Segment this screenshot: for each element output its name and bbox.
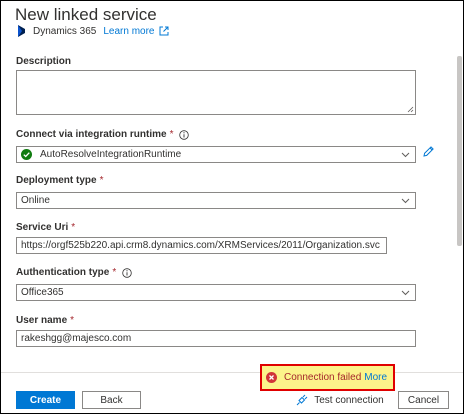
authentication-type-select[interactable]: Office365 (16, 284, 416, 301)
chevron-down-icon (401, 152, 410, 158)
user-name-input[interactable]: rakeshgg@majesco.com (16, 330, 416, 347)
external-link-icon[interactable] (159, 26, 169, 36)
page-title: New linked service (15, 5, 157, 24)
required-asterisk: * (169, 129, 174, 140)
required-asterisk: * (112, 267, 117, 278)
resize-handle-icon[interactable] (407, 106, 414, 113)
service-uri-input[interactable]: https://orgf525b220.api.crm8.dynamics.co… (16, 237, 387, 254)
required-asterisk: * (71, 222, 76, 233)
service-subtitle: Dynamics 365 Learn more (17, 24, 169, 38)
description-textarea[interactable] (16, 70, 416, 115)
create-button[interactable]: Create (16, 391, 75, 409)
connection-status-text: Connection failed (284, 372, 362, 383)
dynamics-365-icon (17, 25, 26, 37)
more-link[interactable]: More (364, 372, 387, 383)
integration-runtime-select[interactable]: AutoResolveIntegrationRuntime (16, 146, 416, 163)
deployment-type-label: Deployment type * (16, 175, 104, 186)
required-asterisk: * (99, 175, 104, 186)
info-icon[interactable] (179, 129, 190, 140)
cancel-button[interactable]: Cancel (398, 391, 449, 409)
required-asterisk: * (70, 315, 75, 326)
error-circle-icon (266, 372, 277, 383)
integration-runtime-label: Connect via integration runtime * (16, 129, 190, 140)
authentication-type-label: Authentication type * (16, 267, 132, 278)
chevron-down-icon (401, 290, 410, 296)
test-connection-button[interactable]: Test connection (292, 391, 388, 409)
chevron-down-icon (401, 198, 410, 204)
connection-status: Connection failed More (260, 364, 395, 391)
back-button[interactable]: Back (82, 391, 141, 409)
description-label: Description (16, 56, 72, 67)
service-uri-label: Service Uri * (16, 222, 76, 233)
deployment-type-select[interactable]: Online (16, 192, 416, 209)
service-name: Dynamics 365 (33, 25, 97, 37)
linked-service-panel: New linked service Dynamics 365 Learn mo… (0, 0, 464, 414)
user-name-label: User name * (16, 315, 75, 326)
test-connection-label: Test connection (314, 394, 384, 406)
edit-pencil-icon[interactable] (422, 145, 435, 158)
check-circle-icon (21, 149, 32, 160)
vertical-scrollbar[interactable] (457, 56, 462, 246)
info-icon[interactable] (122, 267, 132, 278)
learn-more-link[interactable]: Learn more (103, 26, 154, 37)
plug-icon (296, 394, 308, 406)
